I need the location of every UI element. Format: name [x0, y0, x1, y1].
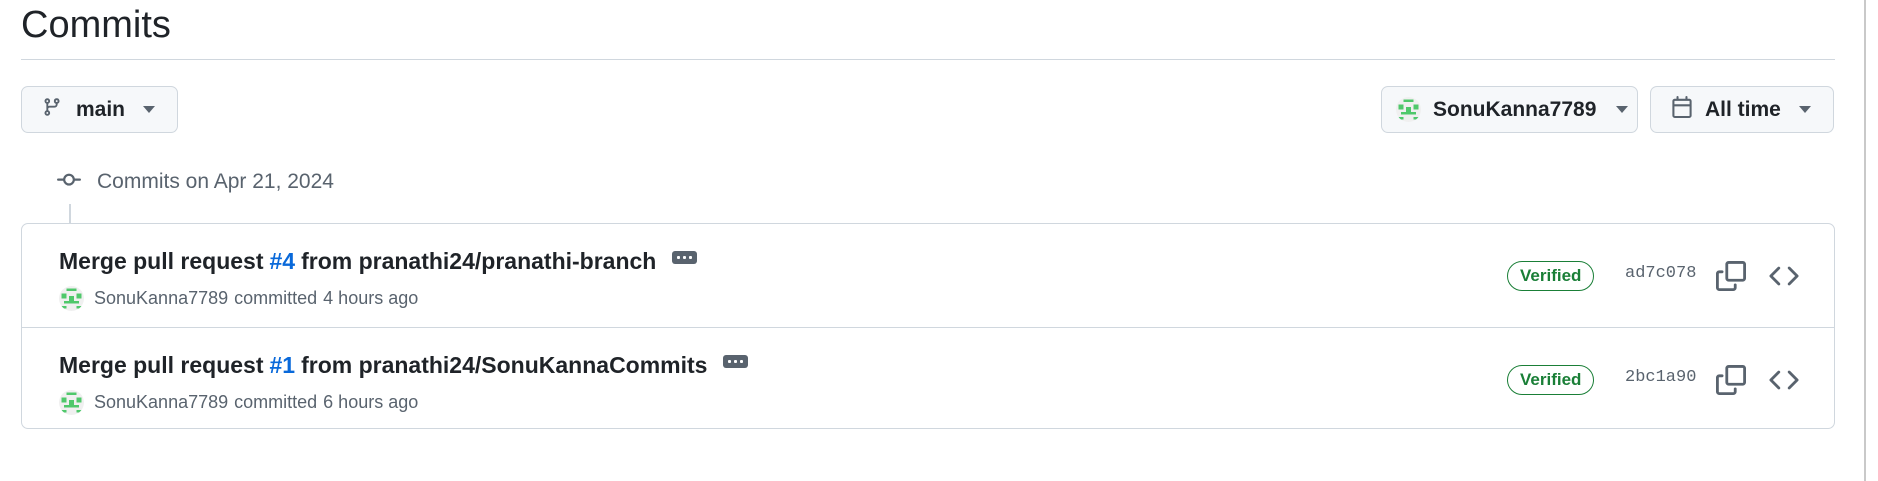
commit-sha-link[interactable]: ad7c078 — [1625, 264, 1696, 283]
branch-selector-button[interactable]: main — [21, 86, 178, 133]
title-divider — [21, 59, 1835, 60]
commit-time: 4 hours ago — [323, 288, 419, 308]
commit-title: Merge pull request #1 from pranathi24/So… — [59, 352, 749, 379]
commit-group-header: Commits on Apr 21, 2024 — [57, 162, 334, 202]
pull-request-link[interactable]: #4 — [269, 248, 295, 275]
author-filter-button[interactable]: SonuKanna7789 — [1381, 86, 1638, 133]
author-label: SonuKanna7789 — [1433, 97, 1597, 121]
commit-time: 6 hours ago — [323, 392, 419, 412]
commit-meta: SonuKanna7789 committed 4 hours ago — [59, 286, 418, 311]
commit-title-prefix[interactable]: Merge pull request — [59, 248, 263, 275]
commit-meta: SonuKanna7789 committed 6 hours ago — [59, 390, 418, 415]
branch-label: main — [76, 97, 126, 121]
commit-verb: committed — [234, 288, 318, 308]
commit-title-suffix[interactable]: from pranathi24/pranathi-branch — [301, 248, 656, 275]
commit-group-date: Commits on Apr 21, 2024 — [97, 170, 334, 193]
verified-badge[interactable]: Verified — [1507, 365, 1595, 395]
pull-request-link[interactable]: #1 — [269, 352, 295, 379]
ellipsis-icon[interactable] — [723, 355, 749, 368]
verified-badge[interactable]: Verified — [1507, 261, 1595, 291]
page-title: Commits — [21, 4, 171, 46]
avatar — [1396, 97, 1421, 122]
window-scrollbar[interactable] — [1864, 0, 1866, 481]
git-branch-icon — [42, 96, 62, 124]
commit-title-suffix[interactable]: from pranathi24/SonuKannaCommits — [301, 352, 707, 379]
chevron-down-icon — [1616, 106, 1629, 113]
commit-title-prefix[interactable]: Merge pull request — [59, 352, 263, 379]
commit-author-link[interactable]: SonuKanna7789 — [94, 392, 228, 413]
time-range-button[interactable]: All time — [1650, 86, 1834, 133]
avatar[interactable] — [59, 390, 84, 415]
chevron-down-icon — [143, 106, 156, 113]
browse-code-icon[interactable] — [1769, 365, 1799, 395]
time-range-label: All time — [1705, 97, 1781, 121]
browse-code-icon[interactable] — [1769, 261, 1799, 291]
list-item: Merge pull request #1 from pranathi24/So… — [22, 327, 1834, 429]
avatar[interactable] — [59, 286, 84, 311]
commits-page: Commits main SonuKanna7789 All time Comm… — [21, 0, 1835, 429]
commit-author-link[interactable]: SonuKanna7789 — [94, 288, 228, 309]
commit-sha-link[interactable]: 2bc1a90 — [1625, 368, 1696, 387]
copy-icon[interactable] — [1716, 261, 1746, 291]
ellipsis-icon[interactable] — [672, 251, 698, 264]
copy-icon[interactable] — [1716, 365, 1746, 395]
commit-verb: committed — [234, 392, 318, 412]
timeline-connector — [69, 204, 71, 224]
list-item: Merge pull request #4 from pranathi24/pr… — [22, 224, 1834, 326]
chevron-down-icon — [1798, 106, 1811, 113]
calendar-icon — [1671, 95, 1693, 125]
commit-list: Merge pull request #4 from pranathi24/pr… — [21, 223, 1835, 429]
git-commit-icon — [57, 168, 81, 197]
commit-title: Merge pull request #4 from pranathi24/pr… — [59, 248, 698, 275]
